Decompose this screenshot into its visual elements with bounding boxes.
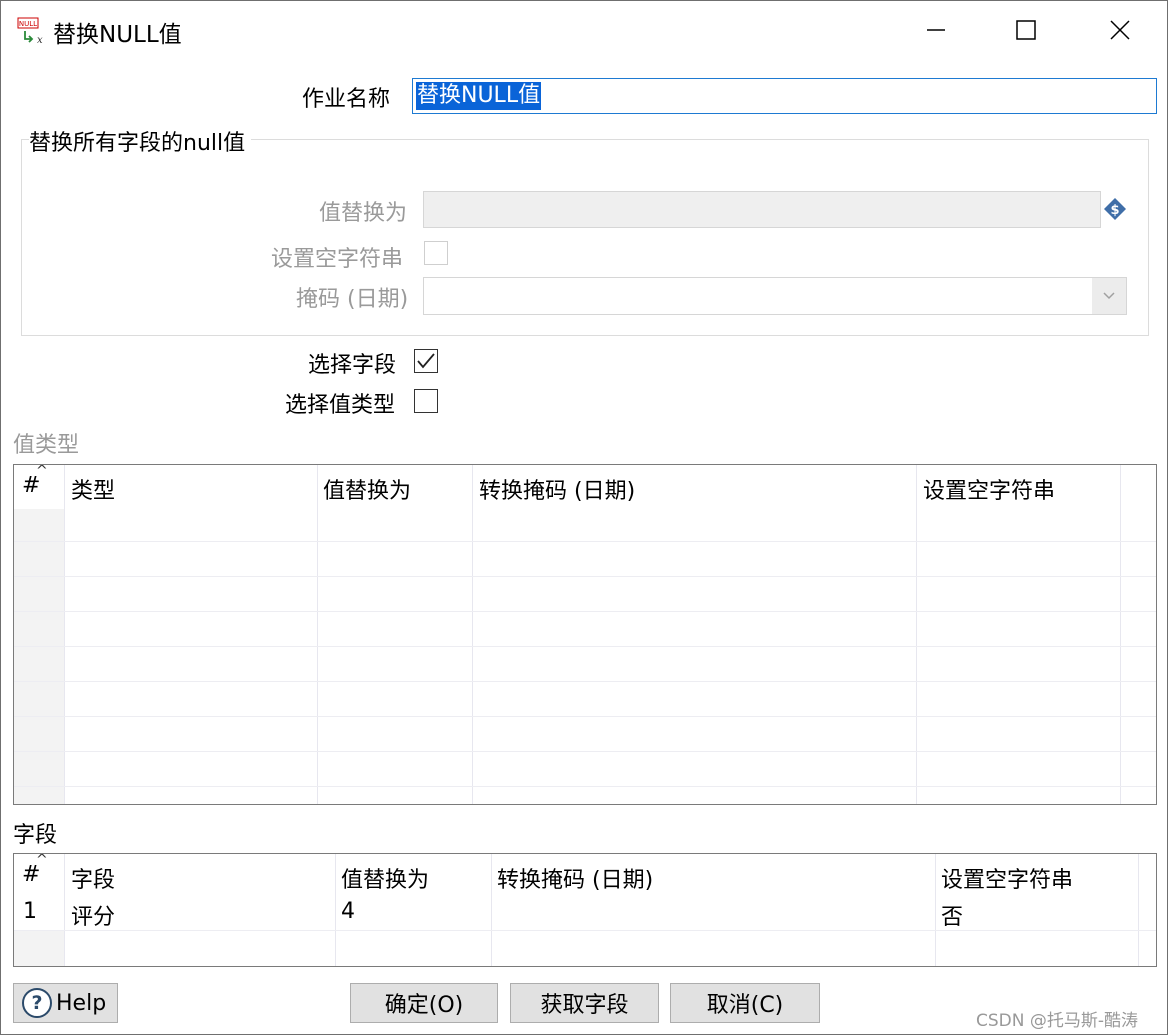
set-empty-cell[interactable]: 否 <box>941 899 963 931</box>
replace-with-label: 值替换为 <box>319 201 408 226</box>
row-number-cell: 1 <box>23 899 37 924</box>
minimize-icon <box>927 29 945 31</box>
get-fields-button-label: 获取字段 <box>540 993 629 1018</box>
column-header-set-empty[interactable]: 设置空字符串 <box>941 862 1073 894</box>
window-title: 替换NULL值 <box>53 22 182 48</box>
field-name-cell[interactable]: 评分 <box>71 899 115 931</box>
replace-with-cell[interactable]: 4 <box>341 899 355 924</box>
set-empty-string-checkbox[interactable] <box>424 241 448 265</box>
icon-null-text: NULL <box>19 20 37 28</box>
svg-text:$: $ <box>1110 203 1119 218</box>
column-header-mask[interactable]: 转换掩码 (日期) <box>497 862 653 894</box>
replace-with-input[interactable] <box>423 191 1101 228</box>
title-bar: NULL x 替换NULL值 <box>1 1 1167 59</box>
mask-date-label: 掩码 (日期) <box>296 287 409 312</box>
help-icon: ? <box>22 988 52 1018</box>
select-value-type-label: 选择值类型 <box>285 393 396 418</box>
fields-section-title: 字段 <box>13 823 58 848</box>
set-empty-string-label: 设置空字符串 <box>271 247 404 272</box>
select-fields-label: 选择字段 <box>308 353 397 378</box>
get-fields-button[interactable]: 获取字段 <box>510 983 659 1023</box>
fields-table[interactable]: ^ # 字段 值替换为 转换掩码 (日期) 设置空字符串 1 评分 4 否 <box>13 853 1157 967</box>
value-types-table[interactable]: ^ # 类型 值替换为 转换掩码 (日期) 设置空字符串 <box>13 464 1157 805</box>
column-header-replace-with[interactable]: 值替换为 <box>341 862 429 894</box>
column-header-field[interactable]: 字段 <box>71 862 115 894</box>
watermark: CSDN @托马斯-酷涛 <box>976 1011 1139 1031</box>
column-header-mask[interactable]: 转换掩码 (日期) <box>479 473 635 505</box>
ok-button-label: 确定(O) <box>384 993 464 1018</box>
row-header-column <box>14 509 64 804</box>
row-header-column <box>14 930 64 966</box>
job-name-value: 替换NULL值 <box>416 82 542 110</box>
cancel-button[interactable]: 取消(C) <box>670 983 820 1023</box>
close-button[interactable] <box>1097 11 1143 49</box>
job-name-label: 作业名称 <box>302 87 391 112</box>
variable-dollar-icon[interactable]: $ <box>1103 197 1127 221</box>
mask-date-combo[interactable] <box>423 277 1127 315</box>
icon-x-text: x <box>37 35 43 45</box>
column-header-type[interactable]: 类型 <box>71 473 115 505</box>
maximize-button[interactable] <box>1003 11 1049 49</box>
value-types-section-title: 值类型 <box>13 433 80 458</box>
ok-button[interactable]: 确定(O) <box>350 983 498 1023</box>
maximize-icon <box>1016 20 1036 40</box>
close-icon <box>1110 20 1130 40</box>
select-fields-checkbox[interactable] <box>414 349 438 373</box>
dialog-window: NULL x 替换NULL值 作业名称 替换NULL值 替换所有字段的null值… <box>0 0 1168 1035</box>
column-header-set-empty[interactable]: 设置空字符串 <box>923 473 1055 505</box>
column-header-num[interactable]: # <box>22 473 40 498</box>
group-title: 替换所有字段的null值 <box>29 125 252 157</box>
cancel-button-label: 取消(C) <box>706 993 784 1018</box>
replace-null-icon: NULL x <box>17 17 43 45</box>
checkmark-icon <box>417 353 435 369</box>
help-button-label: Help <box>56 990 107 1016</box>
help-button[interactable]: ? Help <box>13 983 118 1023</box>
column-header-replace-with[interactable]: 值替换为 <box>323 473 411 505</box>
job-name-input[interactable]: 替换NULL值 <box>412 78 1157 114</box>
column-header-num[interactable]: # <box>22 862 40 887</box>
chevron-down-icon[interactable] <box>1092 278 1126 314</box>
minimize-button[interactable] <box>913 11 959 49</box>
select-value-type-checkbox[interactable] <box>414 389 438 413</box>
